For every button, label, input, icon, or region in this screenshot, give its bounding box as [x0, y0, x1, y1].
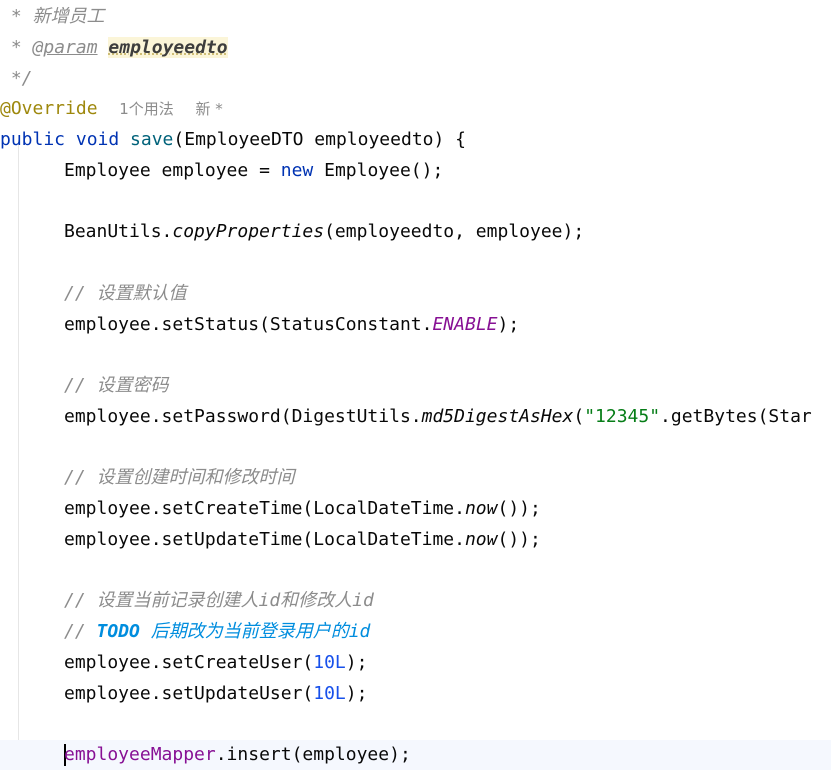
comment-user[interactable]: // 设置当前记录创建人id和修改人id [0, 586, 831, 616]
md5-method[interactable]: md5DigestAsHex [422, 406, 574, 427]
javadoc-param-tag[interactable]: @param [33, 37, 98, 58]
code-line-set-password[interactable]: employee.setPassword(DigestUtils.md5Dige… [0, 402, 831, 432]
code-line-set-update-time[interactable]: employee.setUpdateTime(LocalDateTime.now… [0, 525, 831, 555]
code-editor[interactable]: * 新增员工 * @param employeedto */ @Override… [0, 0, 831, 771]
line-terminator: ); [345, 683, 368, 704]
set-create-user-call: employee.setCreateUser( [64, 652, 314, 673]
code-line-copy-properties[interactable]: BeanUtils.copyProperties(employeedto, em… [0, 217, 831, 247]
javadoc-description: 新增员工 [32, 6, 105, 27]
code-line-set-create-time[interactable]: employee.setCreateTime(LocalDateTime.now… [0, 494, 831, 524]
javadoc-line-param[interactable]: * @param employeedto [0, 33, 831, 63]
line-terminator: ); [497, 314, 520, 335]
method-modifiers: public void [0, 129, 131, 150]
annotation-line[interactable]: @Override 1个用法 新 * [0, 94, 831, 124]
todo-text: 后期改为当前登录用户的id [139, 621, 371, 642]
javadoc-line-description[interactable]: * 新增员工 [0, 2, 831, 32]
code-line-insert[interactable]: employeeMapper.insert(employee); [0, 740, 831, 770]
code-line-set-status[interactable]: employee.setStatus(StatusConstant.ENABLE… [0, 310, 831, 340]
comment-text: // 设置默认值 [64, 283, 187, 304]
beanutils-class: BeanUtils. [64, 221, 173, 242]
method-signature-line[interactable]: public void save(EmployeeDTO employeedto… [0, 125, 831, 155]
set-update-user-call: employee.setUpdateUser( [64, 683, 314, 704]
javadoc-star: * [0, 37, 33, 58]
employee-declaration: Employee employee = [64, 160, 281, 181]
constructor-call: Employee(); [313, 160, 444, 181]
code-line-set-update-user[interactable]: employee.setUpdateUser(10L); [0, 679, 831, 709]
javadoc-star: * [0, 6, 33, 27]
code-line-new-employee[interactable]: Employee employee = new Employee(); [0, 156, 831, 186]
open-paren: ( [573, 406, 585, 427]
new-keyword: new [280, 160, 314, 181]
insert-call: .insert(employee); [215, 744, 411, 765]
code-line-set-create-user[interactable]: employee.setCreateUser(10L); [0, 648, 831, 678]
get-bytes-call: .getBytes(Star [660, 406, 812, 427]
copy-properties-method[interactable]: copyProperties [172, 221, 324, 242]
set-password-call: employee.setPassword(DigestUtils. [64, 406, 422, 427]
set-update-time-call: employee.setUpdateTime(LocalDateTime. [64, 529, 465, 550]
enable-constant[interactable]: ENABLE [432, 314, 497, 335]
password-string-literal: "12345" [584, 406, 661, 427]
number-literal: 10L [313, 652, 346, 673]
employee-mapper-field[interactable]: employeeMapper [64, 744, 216, 765]
set-create-time-call: employee.setCreateTime(LocalDateTime. [64, 498, 465, 519]
copy-properties-args: (employeedto, employee); [324, 221, 585, 242]
javadoc-param-name[interactable]: employeedto [108, 37, 228, 58]
comment-default-value[interactable]: // 设置默认值 [0, 279, 831, 309]
line-terminator: ); [345, 652, 368, 673]
comment-slashes: // [64, 621, 97, 642]
now-method[interactable]: now [465, 498, 498, 519]
author-inlay-hint[interactable]: 新 * [195, 100, 222, 118]
method-params: (EmployeeDTO employeedto) { [173, 129, 467, 150]
comment-text: // 设置创建时间和修改时间 [64, 467, 295, 488]
javadoc-line-end[interactable]: */ [0, 64, 831, 94]
number-literal: 10L [313, 683, 346, 704]
comment-time[interactable]: // 设置创建时间和修改时间 [0, 463, 831, 493]
line-terminator: ()); [497, 529, 541, 550]
usages-inlay-hint[interactable]: 1个用法 [119, 100, 174, 118]
comment-text: // 设置密码 [64, 375, 169, 396]
todo-keyword[interactable]: TODO [97, 621, 140, 642]
method-name[interactable]: save [130, 129, 173, 150]
javadoc-end: */ [0, 68, 33, 89]
line-terminator: ()); [497, 498, 541, 519]
comment-text: // 设置当前记录创建人id和修改人id [64, 590, 374, 611]
comment-todo[interactable]: // TODO 后期改为当前登录用户的id [0, 617, 831, 647]
set-status-call: employee.setStatus(StatusConstant. [64, 314, 433, 335]
comment-password[interactable]: // 设置密码 [0, 371, 831, 401]
javadoc-space [98, 37, 109, 58]
now-method[interactable]: now [465, 529, 498, 550]
override-annotation[interactable]: @Override [0, 98, 98, 119]
